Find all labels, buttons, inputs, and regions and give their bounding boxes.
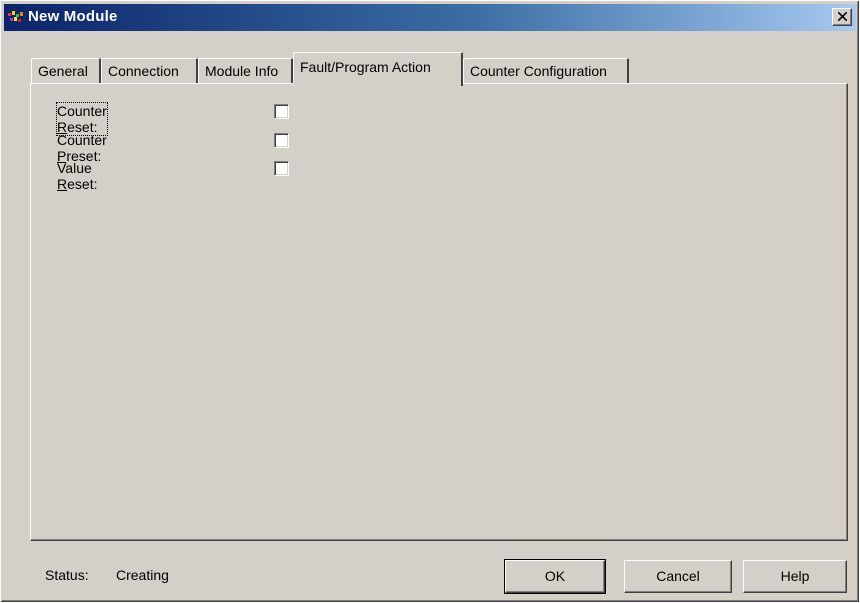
status-value: Creating — [116, 567, 169, 583]
tab-counter-configuration[interactable]: Counter Configuration — [463, 58, 629, 86]
tab-panel — [30, 83, 848, 541]
value-reset-label-post: eset: — [67, 176, 98, 192]
app-icon — [8, 11, 23, 22]
value-reset-label[interactable]: Value Reset: — [57, 160, 97, 192]
status-label: Status: — [45, 567, 89, 583]
close-icon — [838, 12, 847, 21]
active-tab-joint — [293, 83, 461, 85]
ok-button[interactable]: OK — [504, 559, 606, 594]
tab-fault-program-action[interactable]: Fault/Program Action — [293, 52, 463, 86]
value-reset-label-pre: Value — [57, 160, 92, 176]
new-module-dialog: New Module General Connection Module Inf… — [0, 0, 860, 603]
counter-reset-label[interactable]: Counter Reset: — [56, 102, 108, 136]
tab-connection[interactable]: Connection — [101, 58, 198, 86]
title-bar[interactable]: New Module — [4, 4, 856, 31]
tab-general[interactable]: General — [31, 58, 101, 86]
value-reset-accel: R — [57, 176, 68, 192]
help-button[interactable]: Help — [743, 560, 847, 593]
tab-module-info-label: Module Info — [205, 63, 279, 79]
counter-preset-label-pre: Counter — [57, 132, 107, 148]
cancel-button[interactable]: Cancel — [624, 560, 732, 593]
close-button[interactable] — [832, 8, 852, 26]
counter-preset-checkbox[interactable] — [274, 133, 289, 148]
counter-reset-label-pre: Counter — [57, 103, 107, 119]
counter-reset-checkbox[interactable] — [274, 104, 289, 119]
tab-module-info[interactable]: Module Info — [198, 58, 293, 86]
tab-general-label: General — [38, 63, 88, 79]
window-title: New Module — [28, 8, 118, 25]
value-reset-checkbox[interactable] — [274, 161, 289, 176]
tab-connection-label: Connection — [108, 63, 179, 79]
tab-counter-configuration-label: Counter Configuration — [470, 63, 607, 79]
tab-fault-program-action-label: Fault/Program Action — [300, 59, 431, 75]
